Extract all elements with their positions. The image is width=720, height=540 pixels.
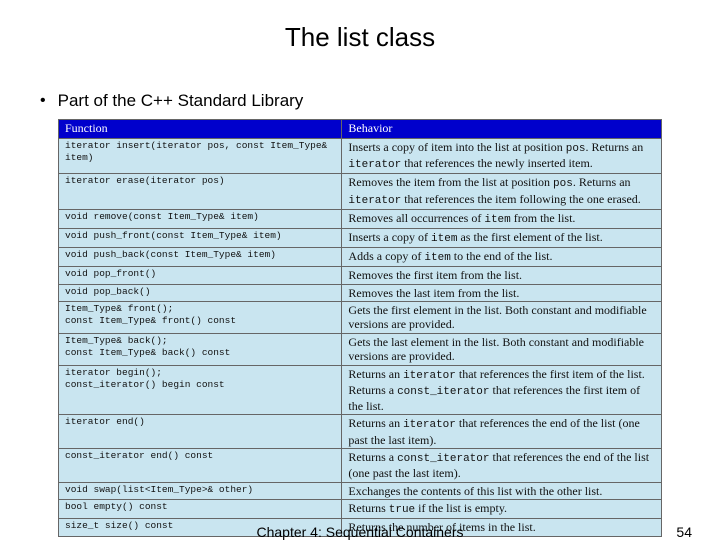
function-cell: void push_front(const Item_Type& item) xyxy=(59,228,342,247)
function-cell: Item_Type& front(); const Item_Type& fro… xyxy=(59,302,342,334)
slide: The list class • Part of the C++ Standar… xyxy=(0,0,720,540)
table-row: iterator insert(iterator pos, const Item… xyxy=(59,139,662,174)
function-cell: iterator insert(iterator pos, const Item… xyxy=(59,139,342,174)
behavior-cell: Removes the first item from the list. xyxy=(342,267,662,284)
table-row: Item_Type& front(); const Item_Type& fro… xyxy=(59,302,662,334)
function-cell: iterator begin(); const_iterator() begin… xyxy=(59,365,342,415)
behavior-cell: Returns an iterator that references the … xyxy=(342,365,662,415)
table-row: iterator erase(iterator pos)Removes the … xyxy=(59,174,662,209)
header-function: Function xyxy=(59,120,342,139)
function-cell: iterator end() xyxy=(59,415,342,449)
behavior-cell: Removes the item from the list at positi… xyxy=(342,174,662,209)
function-cell: Item_Type& back(); const Item_Type& back… xyxy=(59,333,342,365)
behavior-cell: Inserts a copy of item as the first elem… xyxy=(342,228,662,247)
table-row: Item_Type& back(); const Item_Type& back… xyxy=(59,333,662,365)
methods-table-wrap: Function Behavior iterator insert(iterat… xyxy=(58,119,662,537)
behavior-cell: Removes all occurrences of item from the… xyxy=(342,209,662,228)
behavior-cell: Gets the first element in the list. Both… xyxy=(342,302,662,334)
behavior-cell: Adds a copy of item to the end of the li… xyxy=(342,248,662,267)
function-cell: void pop_front() xyxy=(59,267,342,284)
table-row: iterator begin(); const_iterator() begin… xyxy=(59,365,662,415)
function-cell: void pop_back() xyxy=(59,284,342,301)
behavior-cell: Gets the last element in the list. Both … xyxy=(342,333,662,365)
function-cell: void swap(list<Item_Type>& other) xyxy=(59,482,342,499)
bullet-text: Part of the C++ Standard Library xyxy=(58,91,304,111)
footer-page-number: 54 xyxy=(676,524,692,540)
footer-chapter: Chapter 4: Sequential Containers xyxy=(0,524,720,540)
function-cell: void remove(const Item_Type& item) xyxy=(59,209,342,228)
function-cell: const_iterator end() const xyxy=(59,449,342,483)
table-row: void pop_back()Removes the last item fro… xyxy=(59,284,662,301)
slide-title: The list class xyxy=(0,0,720,63)
table-row: void swap(list<Item_Type>& other)Exchang… xyxy=(59,482,662,499)
table-row: const_iterator end() constReturns a cons… xyxy=(59,449,662,483)
behavior-cell: Inserts a copy of item into the list at … xyxy=(342,139,662,174)
behavior-cell: Removes the last item from the list. xyxy=(342,284,662,301)
table-row: void pop_front()Removes the first item f… xyxy=(59,267,662,284)
behavior-cell: Returns a const_iterator that references… xyxy=(342,449,662,483)
table-row: iterator end()Returns an iterator that r… xyxy=(59,415,662,449)
table-header-row: Function Behavior xyxy=(59,120,662,139)
function-cell: bool empty() const xyxy=(59,499,342,518)
bullet-item: • Part of the C++ Standard Library xyxy=(0,91,720,111)
header-behavior: Behavior xyxy=(342,120,662,139)
behavior-cell: Returns true if the list is empty. xyxy=(342,499,662,518)
behavior-cell: Exchanges the contents of this list with… xyxy=(342,482,662,499)
methods-table: Function Behavior iterator insert(iterat… xyxy=(58,119,662,537)
table-row: void push_back(const Item_Type& item)Add… xyxy=(59,248,662,267)
bullet-dot-icon: • xyxy=(40,91,46,111)
behavior-cell: Returns an iterator that references the … xyxy=(342,415,662,449)
table-row: void push_front(const Item_Type& item)In… xyxy=(59,228,662,247)
function-cell: void push_back(const Item_Type& item) xyxy=(59,248,342,267)
function-cell: iterator erase(iterator pos) xyxy=(59,174,342,209)
table-row: bool empty() constReturns true if the li… xyxy=(59,499,662,518)
table-row: void remove(const Item_Type& item)Remove… xyxy=(59,209,662,228)
